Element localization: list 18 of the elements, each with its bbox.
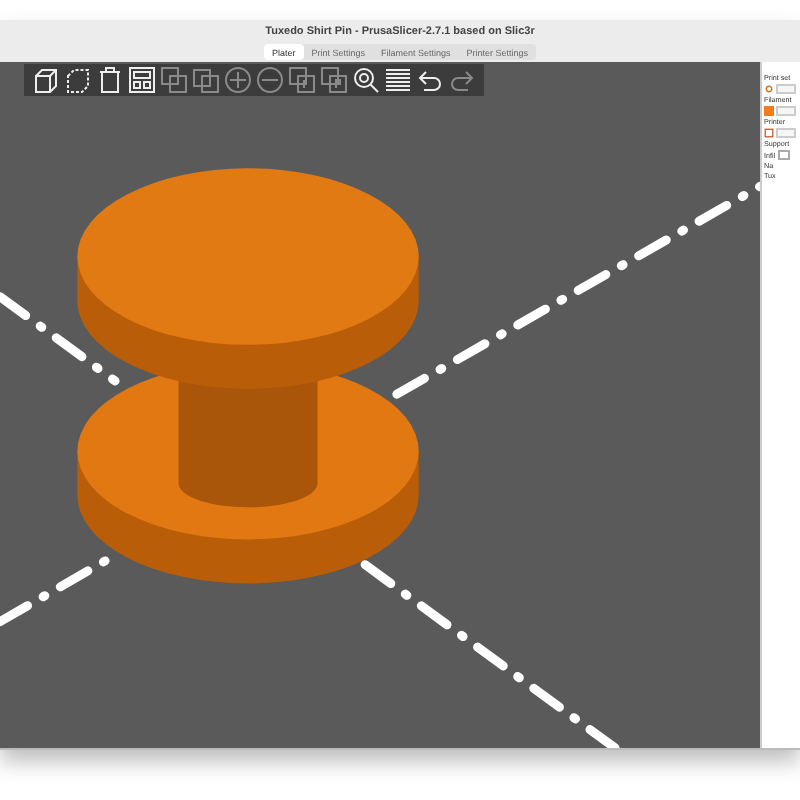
plus-icon[interactable] — [224, 66, 252, 94]
3d-viewport[interactable] — [0, 62, 760, 748]
cube-icon[interactable] — [64, 66, 92, 94]
paste-icon[interactable] — [192, 66, 220, 94]
square-icon — [764, 128, 774, 138]
input-field[interactable] — [777, 150, 790, 160]
trash-icon[interactable] — [96, 66, 124, 94]
undo-icon[interactable] — [416, 66, 444, 94]
bed-line — [0, 552, 116, 627]
search-icon[interactable] — [352, 66, 380, 94]
bed-line — [0, 292, 120, 386]
minus-icon[interactable] — [256, 66, 284, 94]
color-swatch[interactable] — [764, 106, 774, 116]
split-icon[interactable] — [288, 66, 316, 94]
cube-icon[interactable] — [32, 66, 60, 94]
gear-icon — [764, 84, 774, 94]
arrange-icon[interactable] — [128, 66, 156, 94]
layers-icon[interactable] — [384, 66, 412, 94]
